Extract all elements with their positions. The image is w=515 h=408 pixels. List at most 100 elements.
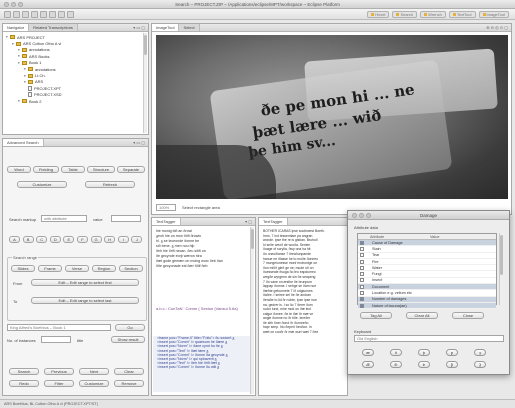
- tab-texttagger-right[interactable]: TextTagger: [259, 218, 288, 225]
- back-icon[interactable]: [49, 11, 56, 18]
- disclosure-triangle-icon[interactable]: ▾: [24, 67, 27, 71]
- dialog-scrollbar[interactable]: [499, 233, 503, 305]
- filter-action-button[interactable]: Filter: [44, 380, 74, 387]
- range-button[interactable]: Frame: [38, 265, 62, 272]
- row-checkbox[interactable]: [360, 291, 364, 296]
- filter-action-button[interactable]: Customize: [79, 380, 109, 387]
- row-checkbox[interactable]: [360, 303, 364, 308]
- letter-button[interactable]: F: [77, 236, 88, 243]
- disclosure-triangle-icon[interactable]: ▾: [18, 99, 21, 103]
- letter-button[interactable]: I: [117, 236, 129, 243]
- tab-related-transcriptions[interactable]: Related Transcriptions: [29, 24, 78, 31]
- letter-button[interactable]: G: [90, 236, 102, 243]
- tab-advanced-search[interactable]: Advanced Search: [3, 139, 44, 146]
- table-row[interactable]: Nature of lacuna(ae): [358, 302, 496, 310]
- tab-texttagger-left[interactable]: TextTagger: [152, 218, 181, 225]
- from-range-button[interactable]: Edit – Edit range to select first: [31, 279, 139, 286]
- left-text-scrollbar[interactable]: [250, 227, 254, 394]
- go-button[interactable]: Go: [115, 324, 145, 331]
- search-action-button[interactable]: Search: [9, 368, 39, 375]
- manuscript-image[interactable]: ðe pe mon hi ... ne þæt lære ... wið þe …: [156, 35, 508, 199]
- special-char-key[interactable]: Æ: [362, 361, 374, 368]
- disclosure-triangle-icon[interactable]: ▾: [18, 48, 21, 52]
- special-char-key[interactable]: Ð: [390, 361, 402, 368]
- minimize-icon[interactable]: [11, 2, 16, 7]
- view-menu-icon[interactable]: ▾ ▢: [245, 219, 252, 224]
- zoom-field[interactable]: 100%: [156, 204, 176, 211]
- range-button[interactable]: Section: [119, 265, 143, 272]
- clear-all-button[interactable]: Clear All: [406, 312, 438, 319]
- special-char-key[interactable]: ȝ: [474, 349, 486, 356]
- disclosure-triangle-icon[interactable]: ▾: [6, 35, 9, 39]
- range-button[interactable]: Slides: [11, 265, 35, 272]
- tab-navigator[interactable]: Navigator: [3, 24, 30, 31]
- row-checkbox[interactable]: [360, 246, 364, 251]
- tab-select[interactable]: Select: [179, 24, 200, 31]
- row-checkbox[interactable]: [360, 240, 364, 245]
- special-char-key[interactable]: Ȝ: [474, 361, 486, 368]
- disclosure-triangle-icon[interactable]: ▾: [24, 74, 27, 78]
- range-button[interactable]: Verse: [65, 265, 89, 272]
- forward-icon[interactable]: [58, 11, 65, 18]
- search-icon[interactable]: [40, 11, 47, 18]
- tree-item[interactable]: ▾ Book 2: [6, 98, 145, 104]
- row-checkbox[interactable]: [360, 284, 364, 289]
- row-checkbox[interactable]: [360, 272, 364, 277]
- disclosure-triangle-icon[interactable]: ▾: [12, 42, 15, 46]
- letter-button[interactable]: D: [49, 236, 61, 243]
- show-result-button[interactable]: Show result: [111, 336, 145, 343]
- open-icon[interactable]: [13, 11, 20, 18]
- range-button[interactable]: Region: [92, 265, 116, 272]
- subtab-table[interactable]: Table: [61, 166, 85, 173]
- special-char-key[interactable]: Ƿ: [446, 361, 458, 368]
- edition-text[interactable]: BOTHER ICARAS ipse southwest Boeth. Imm, …: [259, 226, 347, 338]
- row-checkbox[interactable]: [360, 265, 364, 270]
- keyboard-select[interactable]: Old English: [354, 335, 504, 342]
- special-char-key[interactable]: þ: [418, 349, 430, 356]
- subtab-separate[interactable]: Separate: [117, 166, 145, 173]
- view-menu-icon[interactable]: ▾ ▭ ▢: [133, 25, 145, 30]
- row-checkbox[interactable]: [360, 297, 364, 302]
- disclosure-triangle-icon[interactable]: ▾: [18, 61, 21, 65]
- close-icon[interactable]: [4, 2, 9, 7]
- xml-markup-area[interactable]: <frame pos="Frame-0" title="Folio"> ðu s…: [153, 336, 253, 392]
- special-char-key[interactable]: Þ: [418, 361, 430, 368]
- new-icon[interactable]: [4, 11, 11, 18]
- disclosure-triangle-icon[interactable]: ▾: [18, 54, 21, 58]
- view-menu-icon[interactable]: ▾ ▭ ▢: [133, 140, 145, 145]
- perspective-texttool[interactable]: TextTool: [448, 11, 476, 18]
- perspective-search[interactable]: Search: [392, 11, 418, 18]
- customize-button[interactable]: Customize: [17, 181, 67, 188]
- letter-button[interactable]: J: [131, 236, 143, 243]
- tab-imagetool[interactable]: ImageTool: [152, 24, 180, 31]
- book-select[interactable]: King Alfred's Boethius – Book 1: [7, 324, 111, 331]
- letter-button[interactable]: H: [104, 236, 116, 243]
- letter-button[interactable]: E: [63, 236, 75, 243]
- subtab-word[interactable]: Word: [7, 166, 31, 173]
- close-button[interactable]: Close: [452, 312, 484, 319]
- refresh-icon[interactable]: [67, 11, 74, 18]
- refresh-button[interactable]: Refresh: [85, 181, 135, 188]
- image-tool-icons[interactable]: ⊕ ⊖ ◎ ⊙ ▢: [486, 25, 508, 30]
- zoom-icon[interactable]: [18, 2, 23, 7]
- transcription-text[interactable]: hie monig bið an ðrowi ᵹeoh hie on mon ðr…: [152, 226, 255, 272]
- tag-all-button[interactable]: Tag All: [360, 312, 392, 319]
- search-action-button[interactable]: Previous: [44, 368, 74, 375]
- perspective-imagetool[interactable]: ImageTool: [478, 11, 509, 18]
- perspective-wrench[interactable]: Wrench: [420, 11, 446, 18]
- row-checkbox[interactable]: [360, 278, 364, 283]
- search-action-button[interactable]: Next: [79, 368, 109, 375]
- row-checkbox[interactable]: [360, 253, 364, 258]
- save-icon[interactable]: [22, 11, 29, 18]
- zoom-icon[interactable]: [366, 213, 371, 218]
- perspective-hovel[interactable]: Hovel: [367, 11, 390, 18]
- navigator-scrollbar[interactable]: [143, 33, 147, 133]
- occurrences-field[interactable]: [41, 336, 71, 343]
- filter-action-button[interactable]: Redo: [9, 380, 39, 387]
- disclosure-triangle-icon[interactable]: ▾: [24, 80, 27, 84]
- to-range-button[interactable]: Edit – Edit range to select last: [31, 297, 139, 304]
- search-action-button[interactable]: Clear: [114, 368, 144, 375]
- special-char-key[interactable]: ð: [390, 349, 402, 356]
- letter-button[interactable]: A: [9, 236, 20, 243]
- subtab-fielding[interactable]: Fielding: [33, 166, 59, 173]
